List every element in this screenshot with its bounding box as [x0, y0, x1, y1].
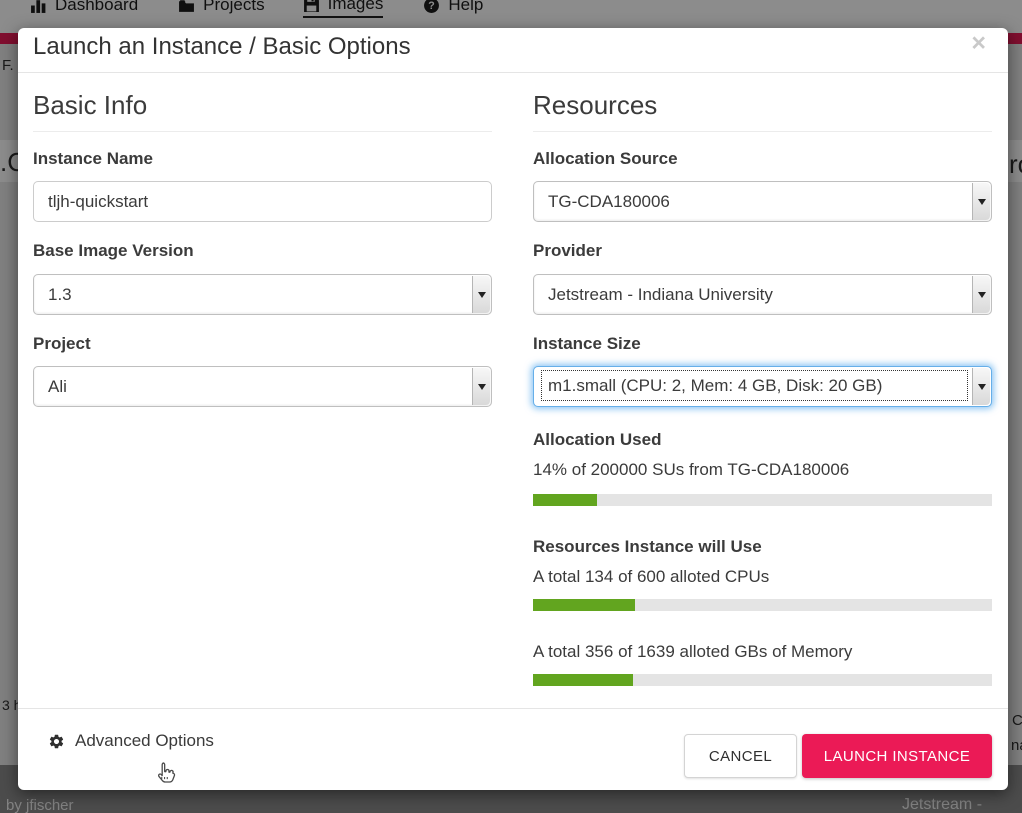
close-icon[interactable]: × — [971, 31, 986, 56]
launch-instance-modal: Launch an Instance / Basic Options × Bas… — [18, 28, 1008, 790]
instance-size-select[interactable]: m1.small (CPU: 2, Mem: 4 GB, Disk: 20 GB… — [533, 366, 992, 407]
cpu-usage-progressbar — [533, 599, 992, 611]
mouse-cursor-hand-icon — [152, 760, 178, 786]
screen: Dashboard Projects Images ? Help F. .C r… — [0, 0, 1022, 813]
cancel-button[interactable]: CANCEL — [684, 734, 797, 778]
resources-usage-heading: Resources Instance will Use — [533, 537, 762, 557]
memory-usage-progress-fill — [533, 674, 633, 686]
base-image-version-label: Base Image Version — [33, 241, 194, 261]
chevron-down-icon — [972, 183, 990, 220]
project-select[interactable]: Ali — [33, 366, 492, 407]
chevron-down-icon — [972, 368, 990, 405]
instance-name-input[interactable] — [33, 181, 492, 222]
provider-select[interactable]: Jetstream - Indiana University — [533, 274, 992, 315]
allocation-source-value: TG-CDA180006 — [548, 182, 963, 221]
cpu-usage-text: A total 134 of 600 alloted CPUs — [533, 567, 769, 587]
provider-value: Jetstream - Indiana University — [548, 275, 963, 314]
project-value: Ali — [48, 367, 463, 406]
basic-info-heading: Basic Info — [33, 90, 492, 132]
memory-usage-progressbar — [533, 674, 992, 686]
modal-header: Launch an Instance / Basic Options × — [18, 28, 1008, 73]
cpu-usage-progress-fill — [533, 599, 635, 611]
resources-heading: Resources — [533, 90, 992, 132]
allocation-used-heading: Allocation Used — [533, 430, 661, 450]
allocation-source-label: Allocation Source — [533, 149, 678, 169]
instance-size-value: m1.small (CPU: 2, Mem: 4 GB, Disk: 20 GB… — [542, 371, 967, 400]
chevron-down-icon — [472, 276, 490, 313]
project-label: Project — [33, 334, 91, 354]
launch-instance-button[interactable]: LAUNCH INSTANCE — [802, 734, 992, 778]
advanced-options-link[interactable]: Advanced Options — [48, 731, 214, 751]
gear-icon — [48, 733, 65, 750]
chevron-down-icon — [972, 276, 990, 313]
chevron-down-icon — [472, 368, 490, 405]
modal-title: Launch an Instance / Basic Options — [33, 33, 411, 61]
allocation-used-progress-fill — [533, 494, 597, 506]
allocation-used-progressbar — [533, 494, 992, 506]
advanced-options-label: Advanced Options — [75, 731, 214, 751]
instance-name-label: Instance Name — [33, 149, 153, 169]
memory-usage-text: A total 356 of 1639 alloted GBs of Memor… — [533, 642, 852, 662]
provider-label: Provider — [533, 241, 602, 261]
base-image-version-select[interactable]: 1.3 — [33, 274, 492, 315]
allocation-used-text: 14% of 200000 SUs from TG-CDA180006 — [533, 460, 849, 480]
base-image-version-value: 1.3 — [48, 275, 463, 314]
instance-size-label: Instance Size — [533, 334, 641, 354]
allocation-source-select[interactable]: TG-CDA180006 — [533, 181, 992, 222]
